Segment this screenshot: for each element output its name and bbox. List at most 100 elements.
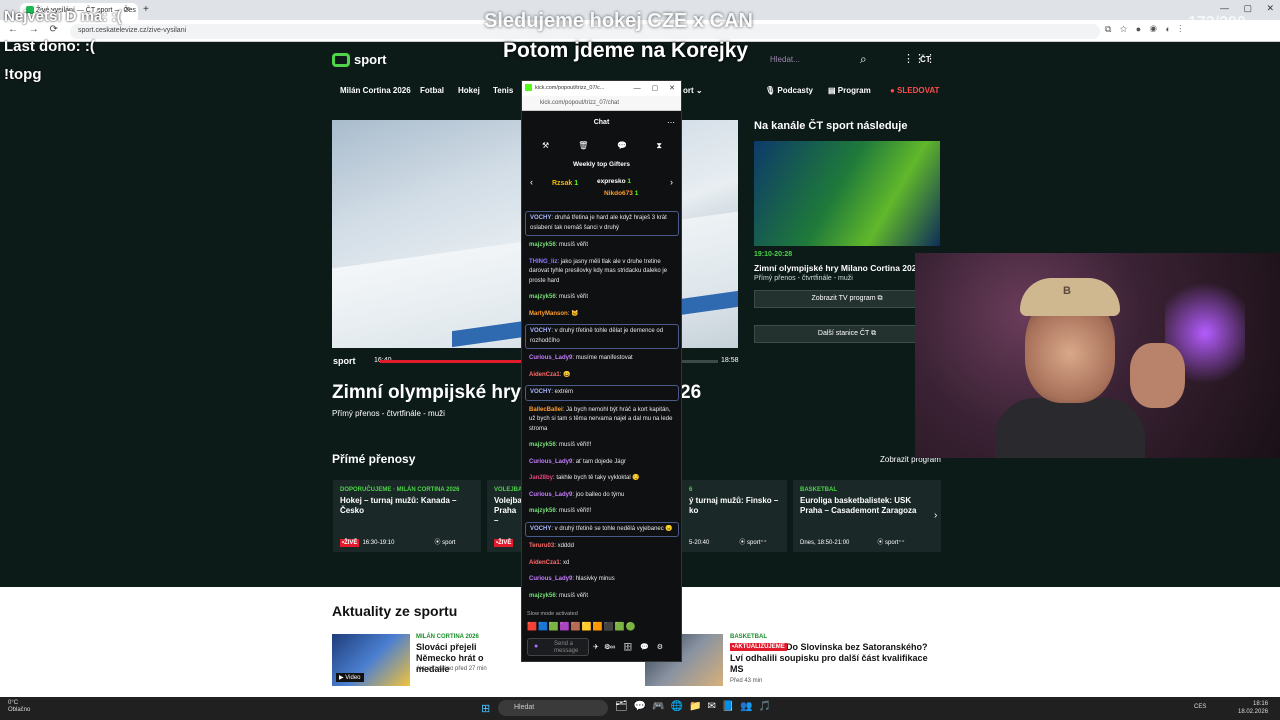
chat-username[interactable]: Curious_Lady9 [529,355,572,361]
chat-text: : druhá třetina je hard ale když hraješ … [530,215,667,231]
chat-message[interactable]: majzyk56: musíš věřit [525,291,679,305]
language-indicator[interactable]: CES [1194,704,1206,710]
clock[interactable]: 18:16 18.02.2026 [1238,700,1268,716]
follow-button[interactable]: ● SLEDOVAT [890,86,939,95]
chat-message[interactable]: VOCHY: extrém [525,385,679,401]
chat-message[interactable]: majzyk56: musíš věřit!! [525,505,679,519]
trash-icon[interactable]: 🗑 [578,141,588,151]
chat-message[interactable]: majzyk56: musíš věřit!! [525,439,679,453]
chat-message[interactable]: Jan28by: takhle bych tě taky vykloktal 😏 [525,472,679,486]
nav-item-tenis[interactable]: Tenis [493,86,513,95]
site-logo[interactable]: sport [332,52,387,67]
chat-action-icons[interactable]: ⚙∞ 🗄 💬 ⚙ [604,643,663,651]
weather-widget[interactable]: 0°C Oblačno [8,700,30,714]
emote-bar[interactable]: 🟥🟦🟩🟪🟫🟨🟧⬛🟩🟢 [527,622,637,631]
chat-popup-window[interactable]: kick.com/popout/trizz_07/c... — ▢ ✕ kick… [521,80,682,662]
video-badge: ▶ Video [336,673,364,682]
chat-username[interactable]: Curious_Lady9 [529,576,572,582]
nav-item-program[interactable]: ▤ Program [828,86,871,95]
mic-icon[interactable]: ● [534,643,538,650]
chat-message[interactable]: VOCHY: v druhý třetině se tohle nedělá v… [525,521,679,537]
chat-url[interactable]: kick.com/popout/trizz_07/chat [522,96,681,111]
chat-message[interactable]: Teruru03: xdddd [525,540,679,554]
chat-username[interactable]: MartyManson [529,311,568,317]
chat-username[interactable]: majzyk56 [529,442,556,448]
nav-item-more[interactable]: ort ⌄ [683,86,703,95]
chat-username[interactable]: VOCHY [530,526,551,532]
nav-item-fotbal[interactable]: Fotbal [420,86,444,95]
chat-bubble-icon[interactable]: 💬 [617,141,627,151]
tv-program-button[interactable]: Zobrazit TV program ⧉ [754,290,940,308]
cam-hand [1130,343,1185,408]
taskbar-search[interactable]: Hledat [498,700,608,716]
chat-message[interactable]: AidenCza1: xd [525,557,679,571]
live-card[interactable]: DOPORUČUJEME · MILÁN CORTINA 2026 Hokej … [333,480,481,552]
chat-username[interactable]: Jan28by [529,475,553,481]
nav-buttons[interactable]: ← → ⟳ [8,24,58,35]
extension-icons[interactable]: ⧉ ☆ ● ◉ ◐ ⋮ [1105,24,1182,35]
card-title: Hokej – turnaj mužů: Kanada – Česko [340,496,457,515]
chat-messages[interactable]: VOCHY: druhá třetina je hard ale když hr… [525,211,679,611]
chat-username[interactable]: majzyk56 [529,294,556,300]
chat-message[interactable]: BallecBallei: Já bych nemohl být hráč a … [525,404,679,437]
gifters-next-icon[interactable]: › [670,177,673,187]
chat-message[interactable]: VOCHY: v druhý třetině tohle dělat je de… [525,324,679,349]
side-title: Na kanále ČT sport následuje [754,120,908,132]
chat-username[interactable]: AidenCza1 [529,372,560,378]
news2-tag: BASKETBAL [730,634,767,640]
chat-message[interactable]: majzyk56: musíš věřit [525,239,679,253]
new-tab-button[interactable]: + [143,4,149,15]
side-event[interactable]: Zimní olympijské hry Milano Cortina 2026 [754,263,921,273]
chat-message[interactable]: AidenCza1: 😀 [525,369,679,383]
nav-item-podcasty[interactable]: 🎙 Podcasty [765,86,813,95]
search-icon[interactable]: ⌕ [860,52,867,67]
chat-username[interactable]: majzyk56 [529,508,556,514]
chat-username[interactable]: majzyk56 [529,593,556,599]
hourglass-icon[interactable]: ⧗ [656,141,662,151]
chat-window-controls[interactable]: — ▢ ✕ [634,84,675,92]
chat-username[interactable]: VOCHY [530,328,551,334]
card-meta: 5-20:40 ⦿ sport⁺⁺ [689,540,767,546]
window-controls[interactable]: — ▢ ✕ [1220,3,1274,14]
live-card[interactable]: VOLEJBA Volejba Praha – •ŽIVĚ [487,480,522,552]
chat-username[interactable]: AidenCza1 [529,560,560,566]
logo-text: sport [354,52,387,67]
ct-label[interactable]: ČT [920,55,931,64]
chat-username[interactable]: VOCHY [530,215,551,221]
mod-hammer-icon[interactable]: ⚒ [542,141,549,151]
start-icon[interactable]: ⊞ [481,702,490,715]
chat-message[interactable]: majzyk56: musíš věřit [525,590,679,604]
chat-message[interactable]: THING_liz: jako jasny měli tlak ale v dr… [525,256,679,289]
gifter-3: Nikdo673 1 [604,190,639,197]
live-card[interactable]: 6 ý turnaj mužů: Finsko – ko 5-20:40 ⦿ sp… [682,480,787,552]
chat-message[interactable]: Curious_Lady9: ať tam dojede Jágr [525,456,679,470]
chat-username[interactable]: Curious_Lady9 [529,459,572,465]
nav-item-hokej[interactable]: Hokej [458,86,480,95]
chat-username[interactable]: BallecBallei [529,407,563,413]
taskbar-app-icons[interactable]: 🗂💬🎮🌐📁✉📘👥🎵 [615,701,777,712]
chat-message[interactable]: Curious_Lady9: joo balleo do týmu [525,489,679,503]
other-stations-button[interactable]: Další stanice ČT ⧉ [754,325,940,343]
nav-item-milan[interactable]: Milán Cortina 2026 [340,86,411,95]
chat-tools: ⚒ 🗑 💬 ⧗ [542,141,662,151]
chat-message[interactable]: Curious_Lady9: musíme manifestovat [525,352,679,366]
tab-close-icon[interactable]: ✕ [124,5,131,14]
chat-menu-icon[interactable]: ⋯ [667,118,675,127]
news1-thumbnail[interactable]: ▶ Video [332,634,410,686]
chat-text: : ať tam dojede Jágr [572,458,626,465]
chat-username[interactable]: THING_liz [529,259,557,265]
chat-message[interactable]: MartyManson: 🐱 [525,308,679,322]
news1-tag: MILÁN CORTINA 2026 [416,634,479,640]
chat-username[interactable]: Teruru03 [529,543,554,549]
side-thumbnail[interactable] [754,141,940,246]
chat-message[interactable]: VOCHY: druhá třetina je hard ale když hr… [525,211,679,236]
live-card[interactable]: BASKETBAL Euroliga basketbalistek: USK P… [793,480,941,552]
gifters-prev-icon[interactable]: ‹ [530,177,533,187]
chat-message[interactable]: Curious_Lady9: hlasivky minus [525,573,679,587]
chat-username[interactable]: VOCHY [530,389,551,395]
chat-username[interactable]: Curious_Lady9 [529,492,572,498]
chat-username[interactable]: majzyk56 [529,242,556,248]
cam-cap-letter: B [1063,285,1071,297]
chat-text: : musíš věřit!! [555,442,592,448]
carousel-next-icon[interactable]: › [934,510,937,521]
